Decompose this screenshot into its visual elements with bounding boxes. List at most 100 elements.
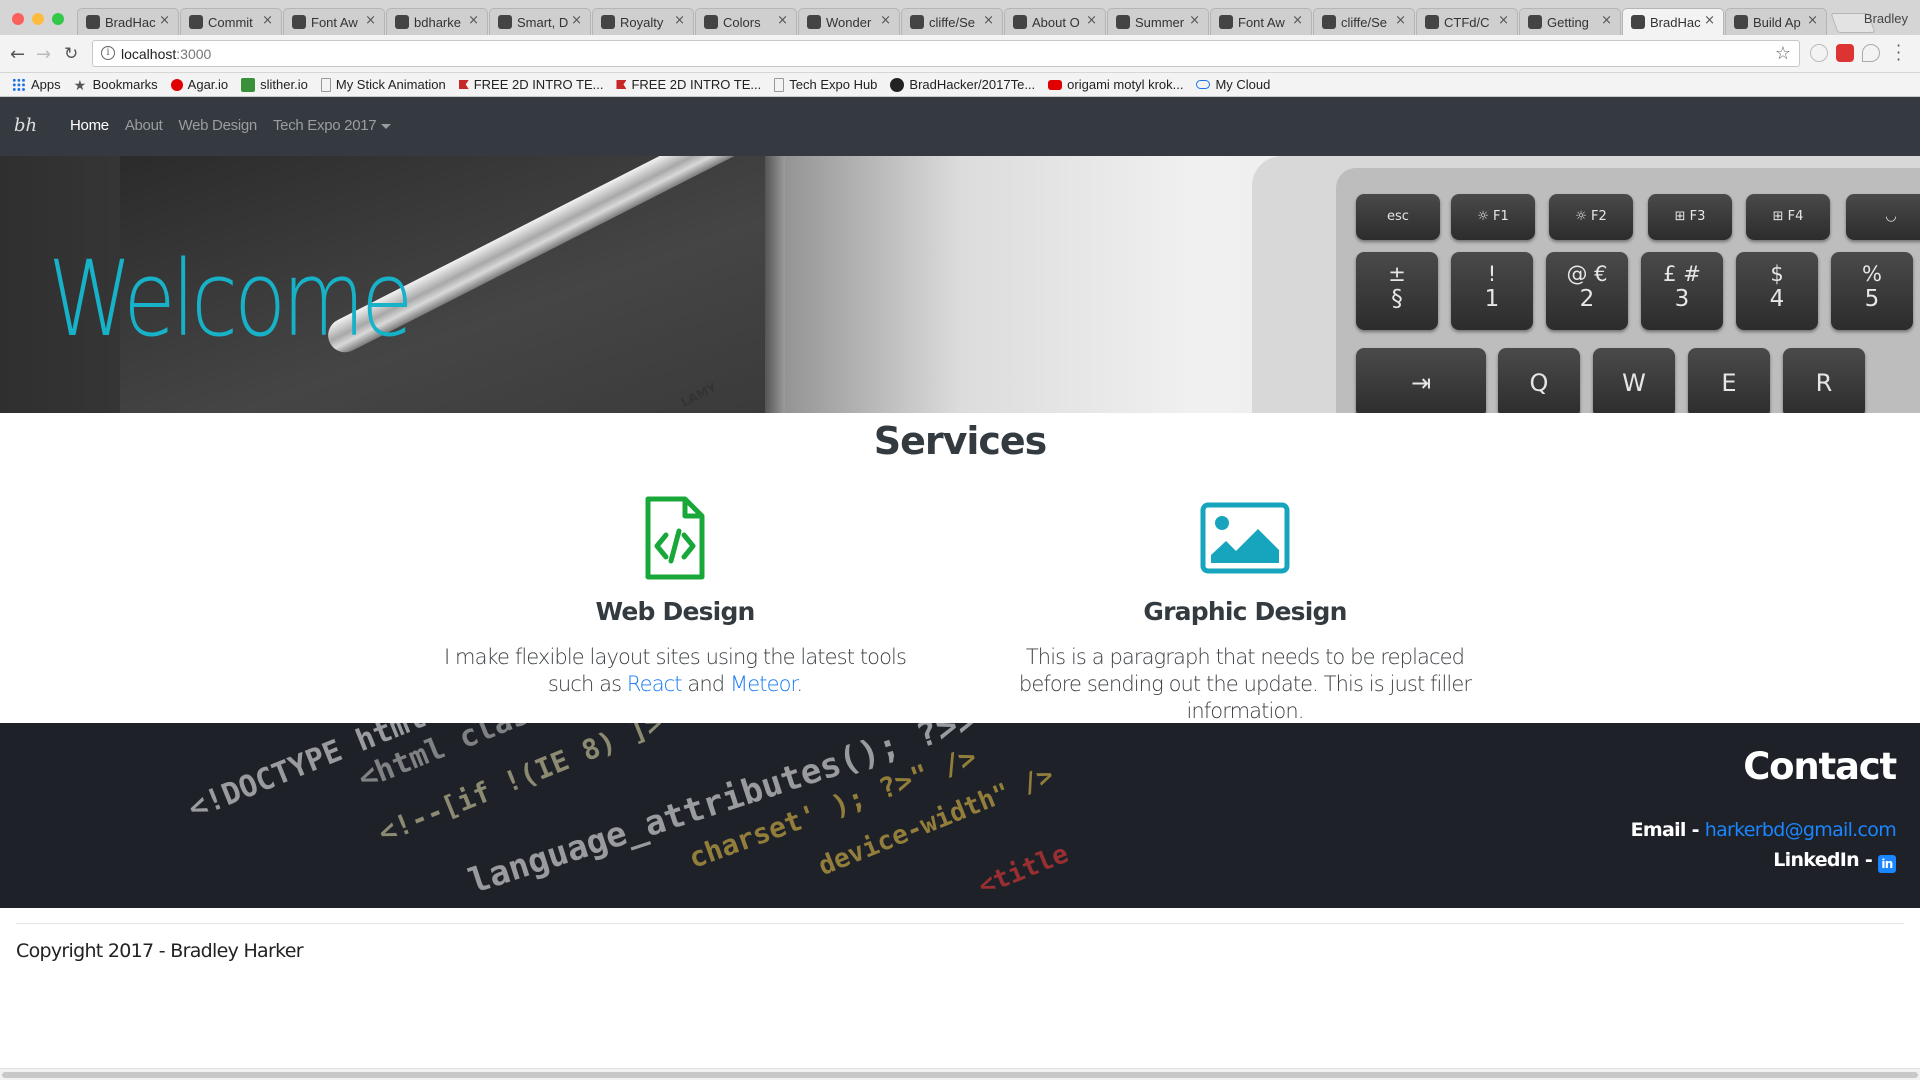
url-port: :3000 [176, 46, 212, 62]
meteor-link[interactable]: Meteor [730, 672, 797, 696]
keyboard-key: ⊞ F3 [1648, 194, 1732, 240]
image-icon [1200, 495, 1290, 581]
keyboard-key: $4 [1736, 252, 1818, 330]
tab-close-icon[interactable]: × [159, 13, 170, 28]
tab-close-icon[interactable]: × [880, 13, 891, 28]
horizontal-scrollbar[interactable] [0, 1068, 1920, 1080]
hero-banner: LAMY esc ☼ F1 ☼ F2 ⊞ F3 ⊞ F4 ◡ ± §! 1 @ €2 £ #3 $4%… [0, 156, 1920, 413]
profile-name[interactable]: Bradley [1864, 11, 1908, 26]
bookmark-item[interactable]: My Stick Animation [320, 77, 446, 92]
tab-close-icon[interactable]: × [365, 13, 376, 28]
browser-tab[interactable]: BradHac × [1622, 8, 1724, 35]
forward-icon[interactable]: → [36, 44, 51, 65]
url-text[interactable]: localhost:3000 [121, 46, 211, 62]
key-top-symbol: £ # [1663, 262, 1701, 286]
nav-web-design[interactable]: Web Design [179, 117, 258, 134]
keyboard-key: R [1783, 348, 1865, 413]
bookmark-item[interactable]: ★ Bookmarks [74, 77, 158, 92]
email-link[interactable]: harkerbd@gmail.com [1705, 819, 1897, 841]
extension-icon[interactable] [1836, 44, 1854, 62]
tab-favicon-icon [1734, 15, 1748, 29]
browser-tab[interactable]: Font Aw × [283, 8, 385, 35]
tab-close-icon[interactable]: × [1292, 13, 1303, 28]
tab-close-icon[interactable]: × [674, 13, 685, 28]
info-icon[interactable]: i [101, 46, 115, 60]
tab-title: Build Ap [1753, 15, 1801, 30]
tab-favicon-icon [910, 15, 924, 29]
tab-close-icon[interactable]: × [1807, 13, 1818, 28]
browser-tab[interactable]: Build Ap × [1725, 8, 1827, 35]
bookmark-item[interactable]: FREE 2D INTRO TE... [616, 77, 761, 92]
browser-tab[interactable]: Font Aw × [1210, 8, 1312, 35]
bookmark-label: FREE 2D INTRO TE... [473, 77, 604, 92]
browser-tab[interactable]: cliffe/Se × [901, 8, 1003, 35]
tab-close-icon[interactable]: × [1704, 13, 1715, 28]
nav-tech-expo-label: Tech Expo 2017 [272, 117, 377, 134]
bookmark-item[interactable]: Apps [12, 77, 61, 92]
keyboard-key: E [1688, 348, 1770, 413]
nav-about[interactable]: About [125, 117, 163, 134]
key-bottom-symbol: § [1391, 286, 1403, 312]
linkedin-icon[interactable]: in [1878, 855, 1896, 873]
bookmark-star-icon[interactable]: ☆ [1775, 43, 1791, 64]
brand-logo[interactable]: bh [14, 115, 37, 136]
bookmark-item[interactable]: Tech Expo Hub [774, 77, 877, 92]
keyboard-key: ☼ F2 [1549, 194, 1633, 240]
tab-close-icon[interactable]: × [1395, 13, 1406, 28]
file-code-icon [630, 495, 720, 581]
browser-tab[interactable]: bdharke × [386, 8, 488, 35]
page-icon [774, 77, 785, 92]
extension-icon[interactable] [1810, 44, 1828, 62]
bookmark-item[interactable]: FREE 2D INTRO TE... [458, 77, 604, 92]
browser-tab[interactable]: Wonder × [798, 8, 900, 35]
key-top-symbol: ! [1487, 262, 1497, 286]
browser-tab[interactable]: Summer × [1107, 8, 1209, 35]
bookmark-item[interactable]: My Cloud [1196, 77, 1270, 92]
bookmark-item[interactable]: slither.io [241, 77, 308, 92]
tab-title: bdharke [414, 15, 461, 30]
browser-tab[interactable]: Smart, D × [489, 8, 591, 35]
browser-tab[interactable]: About O × [1004, 8, 1106, 35]
browser-tab[interactable]: CTFd/C × [1416, 8, 1518, 35]
tab-close-icon[interactable]: × [1498, 13, 1509, 28]
browser-tab[interactable]: Royalty × [592, 8, 694, 35]
tab-close-icon[interactable]: × [1189, 13, 1200, 28]
tab-close-icon[interactable]: × [1086, 13, 1097, 28]
tab-strip: BradHac × Commit × Font Aw × bdharke × Smart, D ×… [0, 0, 1920, 35]
service-web-text: I make flexible layout sites using the l… [395, 644, 955, 698]
service-graphic-text: This is a paragraph that needs to be rep… [1018, 645, 1472, 723]
bookmark-item[interactable]: origami motyl krok... [1048, 77, 1183, 92]
browser-tab[interactable]: Colors × [695, 8, 797, 35]
browser-tab[interactable]: cliffe/Se × [1313, 8, 1415, 35]
tab-close-icon[interactable]: × [262, 13, 273, 28]
back-icon[interactable]: ← [10, 44, 25, 65]
close-window-button[interactable] [12, 13, 24, 25]
browser-tab[interactable]: BradHac × [77, 8, 179, 35]
react-link[interactable]: React [627, 672, 683, 696]
bookmark-item[interactable]: Agar.io [170, 77, 228, 92]
bookmark-item[interactable]: BradHacker/2017Te... [890, 77, 1035, 92]
browser-menu-icon[interactable]: · · · [1896, 38, 1901, 68]
browser-tab[interactable]: Getting × [1519, 8, 1621, 35]
services-heading: Services [873, 419, 1048, 463]
hero-title: Welcome [48, 238, 413, 360]
tab-title: Font Aw [311, 15, 358, 30]
extension-icon[interactable] [1862, 44, 1880, 62]
tab-title: cliffe/Se [1341, 15, 1388, 30]
tab-close-icon[interactable]: × [1601, 13, 1612, 28]
page-icon [320, 77, 331, 92]
tab-close-icon[interactable]: × [571, 13, 582, 28]
scrollbar-thumb[interactable] [2, 1072, 1918, 1078]
nav-tech-expo-dropdown[interactable]: Tech Expo 2017 [272, 117, 392, 134]
reload-icon[interactable]: ↻ [64, 44, 78, 64]
address-bar[interactable]: i localhost:3000 ☆ [92, 40, 1800, 67]
site-navbar: bh Home About Web Design Tech Expo 2017 [0, 97, 1920, 156]
tab-close-icon[interactable]: × [468, 13, 479, 28]
maximize-window-button[interactable] [52, 13, 64, 25]
tab-close-icon[interactable]: × [777, 13, 788, 28]
minimize-window-button[interactable] [32, 13, 44, 25]
keyboard-key: W [1593, 348, 1675, 413]
tab-close-icon[interactable]: × [983, 13, 994, 28]
nav-home[interactable]: Home [70, 117, 109, 134]
browser-tab[interactable]: Commit × [180, 8, 282, 35]
